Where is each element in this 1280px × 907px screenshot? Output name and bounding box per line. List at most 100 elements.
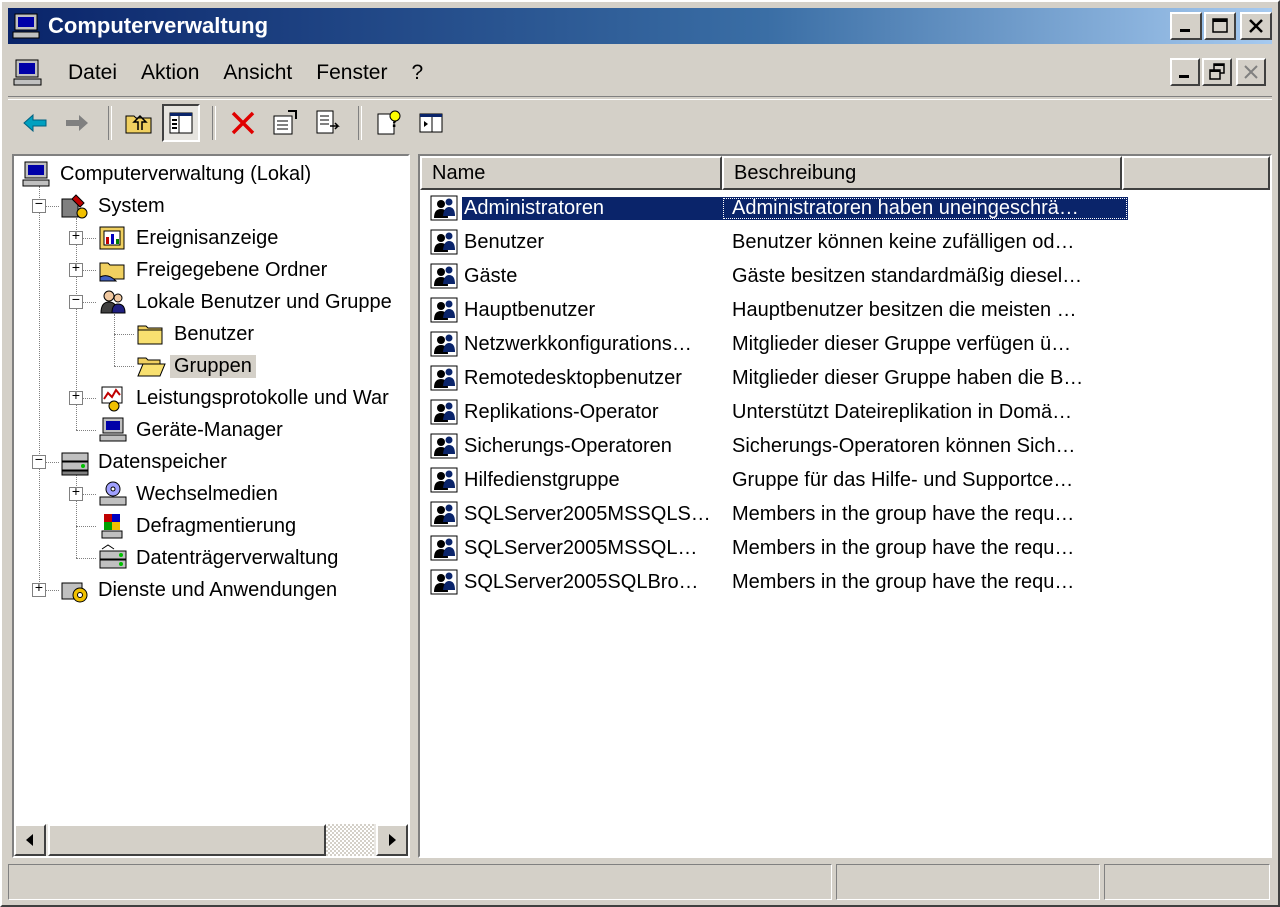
expand-ereignisanzeige-toggle[interactable]: + xyxy=(69,230,83,245)
open-folder-icon xyxy=(137,357,166,377)
child-restore-button[interactable] xyxy=(1202,58,1232,86)
collapse-system-toggle[interactable]: − xyxy=(32,198,46,213)
action-pane-button[interactable] xyxy=(412,104,450,142)
tree-label: Computerverwaltung (Lokal) xyxy=(60,162,312,185)
menu-aktion[interactable]: Aktion xyxy=(129,61,211,85)
title-bar[interactable]: Computerverwaltung xyxy=(8,8,1272,44)
group-row[interactable]: Gäste Gäste besitzen standardmäßig diesel… xyxy=(428,260,1128,292)
tree-label: Datenträgerverwaltung xyxy=(136,546,339,569)
expand-wechselmedien-toggle[interactable]: + xyxy=(69,486,83,501)
tree-item-leistungsprotokolle[interactable]: Leistungsprotokolle und War xyxy=(96,382,393,414)
tree-item-freigegebene-ordner[interactable]: Freigegebene Ordner xyxy=(96,254,331,286)
restore-icon xyxy=(1209,63,1225,80)
tree-line xyxy=(76,526,96,527)
menu-datei[interactable]: Datei xyxy=(56,61,129,85)
group-row[interactable]: SQLServer2005MSSQL… Members in the group … xyxy=(428,532,1128,564)
group-row[interactable]: Netzwerkkonfigurations… Mitglieder dieser… xyxy=(428,328,1128,360)
minimize-button[interactable] xyxy=(1170,12,1202,40)
collapse-lokale-benutzer-toggle[interactable]: − xyxy=(69,294,83,309)
menu-help[interactable]: ? xyxy=(399,61,435,85)
group-row[interactable]: Benutzer Benutzer können keine zufälligen… xyxy=(428,226,1128,258)
tree-item-lokale-benutzer[interactable]: Lokale Benutzer und Gruppe xyxy=(96,286,396,318)
group-name: Hilfedienstgruppe xyxy=(464,468,620,491)
tree-label: Wechselmedien xyxy=(136,482,278,505)
child-minimize-button[interactable] xyxy=(1170,58,1200,86)
tree-pane[interactable]: − + + − + − + + Computerverwaltung (Loka… xyxy=(12,154,410,858)
computer-management-icon xyxy=(12,13,40,39)
group-row[interactable]: Hilfedienstgruppe Gruppe für das Hilfe- u… xyxy=(428,464,1128,496)
console-tree: − + + − + − + + Computerverwaltung (Loka… xyxy=(14,156,408,824)
tree-item-wechselmedien[interactable]: Wechselmedien xyxy=(96,478,282,510)
group-description: Sicherungs-Operatoren können Sich… xyxy=(732,434,1076,457)
column-header-name[interactable]: Name xyxy=(420,156,722,190)
tree-item-ereignisanzeige[interactable]: Ereignisanzeige xyxy=(96,222,282,254)
system-tools-icon xyxy=(61,194,88,219)
back-button[interactable] xyxy=(16,104,54,142)
collapse-datenspeicher-toggle[interactable]: − xyxy=(32,454,46,469)
shared-folder-icon xyxy=(99,262,125,282)
close-button[interactable] xyxy=(1240,12,1272,40)
status-bar xyxy=(8,864,1272,902)
group-row[interactable]: Administratoren Administratoren haben une… xyxy=(428,192,1128,224)
minimize-icon xyxy=(1179,75,1189,78)
tree-item-geraete-manager[interactable]: Geräte-Manager xyxy=(96,414,287,446)
expand-freigegebene-ordner-toggle[interactable]: + xyxy=(69,262,83,277)
group-row[interactable]: SQLServer2005MSSQLS… Members in the group… xyxy=(428,498,1128,530)
group-description: Unterstützt Dateireplikation in Domä… xyxy=(732,400,1073,423)
action-pane-icon xyxy=(419,113,443,133)
group-row[interactable]: Remotedesktopbenutzer Mitglieder dieser G… xyxy=(428,362,1128,394)
maximize-button[interactable] xyxy=(1204,12,1236,40)
delete-button[interactable] xyxy=(224,104,262,142)
group-description: Members in the group have the requ… xyxy=(732,570,1075,593)
tree-item-gruppen[interactable]: Gruppen xyxy=(134,350,256,382)
tree-item-dienste[interactable]: Dienste und Anwendungen xyxy=(58,574,341,606)
properties-button[interactable] xyxy=(266,104,304,142)
group-row[interactable]: Sicherungs-Operatoren Sicherungs-Operator… xyxy=(428,430,1128,462)
close-icon xyxy=(1249,19,1263,33)
tree-label: Geräte-Manager xyxy=(136,418,283,441)
show-hide-tree-button[interactable] xyxy=(162,104,200,142)
group-row[interactable]: Hauptbenutzer Hauptbenutzer besitzen die … xyxy=(428,294,1128,326)
users-groups-icon xyxy=(100,290,126,314)
scroll-thumb[interactable] xyxy=(48,824,326,856)
menu-fenster[interactable]: Fenster xyxy=(304,61,399,85)
group-description: Hauptbenutzer besitzen die meisten … xyxy=(732,298,1077,321)
tree-item-system[interactable]: System xyxy=(58,190,169,222)
tree-item-datenspeicher[interactable]: Datenspeicher xyxy=(58,446,231,478)
expand-dienste-toggle[interactable]: + xyxy=(32,582,46,597)
scroll-track[interactable] xyxy=(326,824,374,856)
group-description: Administratoren haben uneingeschrä… xyxy=(722,196,1128,220)
storage-icon xyxy=(61,452,89,476)
removable-media-icon xyxy=(99,481,127,506)
tree-item-computerverwaltung[interactable]: Computerverwaltung (Lokal) xyxy=(20,158,315,190)
tree-item-defragmentierung[interactable]: Defragmentierung xyxy=(96,510,300,542)
toolbar-separator xyxy=(108,106,112,140)
tree-line xyxy=(76,558,96,559)
window-title: Computerverwaltung xyxy=(48,13,269,38)
tree-horizontal-scrollbar[interactable] xyxy=(14,824,408,856)
computer-icon xyxy=(22,161,50,187)
export-list-icon xyxy=(316,110,340,134)
scroll-left-button[interactable] xyxy=(14,824,46,856)
group-icon xyxy=(430,535,458,561)
menu-ansicht[interactable]: Ansicht xyxy=(211,61,304,85)
computer-icon[interactable] xyxy=(12,58,44,88)
tree-item-datentraegerverwaltung[interactable]: Datenträgerverwaltung xyxy=(96,542,342,574)
group-description: Mitglieder dieser Gruppe haben die B… xyxy=(732,366,1084,389)
group-description: Gäste besitzen standardmäßig diesel… xyxy=(732,264,1083,287)
scroll-right-button[interactable] xyxy=(376,824,408,856)
export-list-button[interactable] xyxy=(308,104,346,142)
up-level-button[interactable] xyxy=(120,104,158,142)
child-close-button[interactable] xyxy=(1236,58,1266,86)
details-pane[interactable]: Name Beschreibung Administratoren Adminis… xyxy=(418,154,1272,858)
expand-leistungsprotokolle-toggle[interactable]: + xyxy=(69,390,83,405)
group-description: Benutzer können keine zufälligen od… xyxy=(732,230,1075,253)
help-button[interactable]: ? xyxy=(370,104,408,142)
group-row[interactable]: SQLServer2005SQLBro… Members in the group… xyxy=(428,566,1128,598)
toolbar-separator xyxy=(358,106,362,140)
column-header-description[interactable]: Beschreibung xyxy=(722,156,1122,190)
group-name: Replikations-Operator xyxy=(464,400,659,423)
group-row[interactable]: Replikations-Operator Unterstützt Dateire… xyxy=(428,396,1128,428)
tree-item-benutzer[interactable]: Benutzer xyxy=(134,318,258,350)
forward-button[interactable] xyxy=(58,104,96,142)
